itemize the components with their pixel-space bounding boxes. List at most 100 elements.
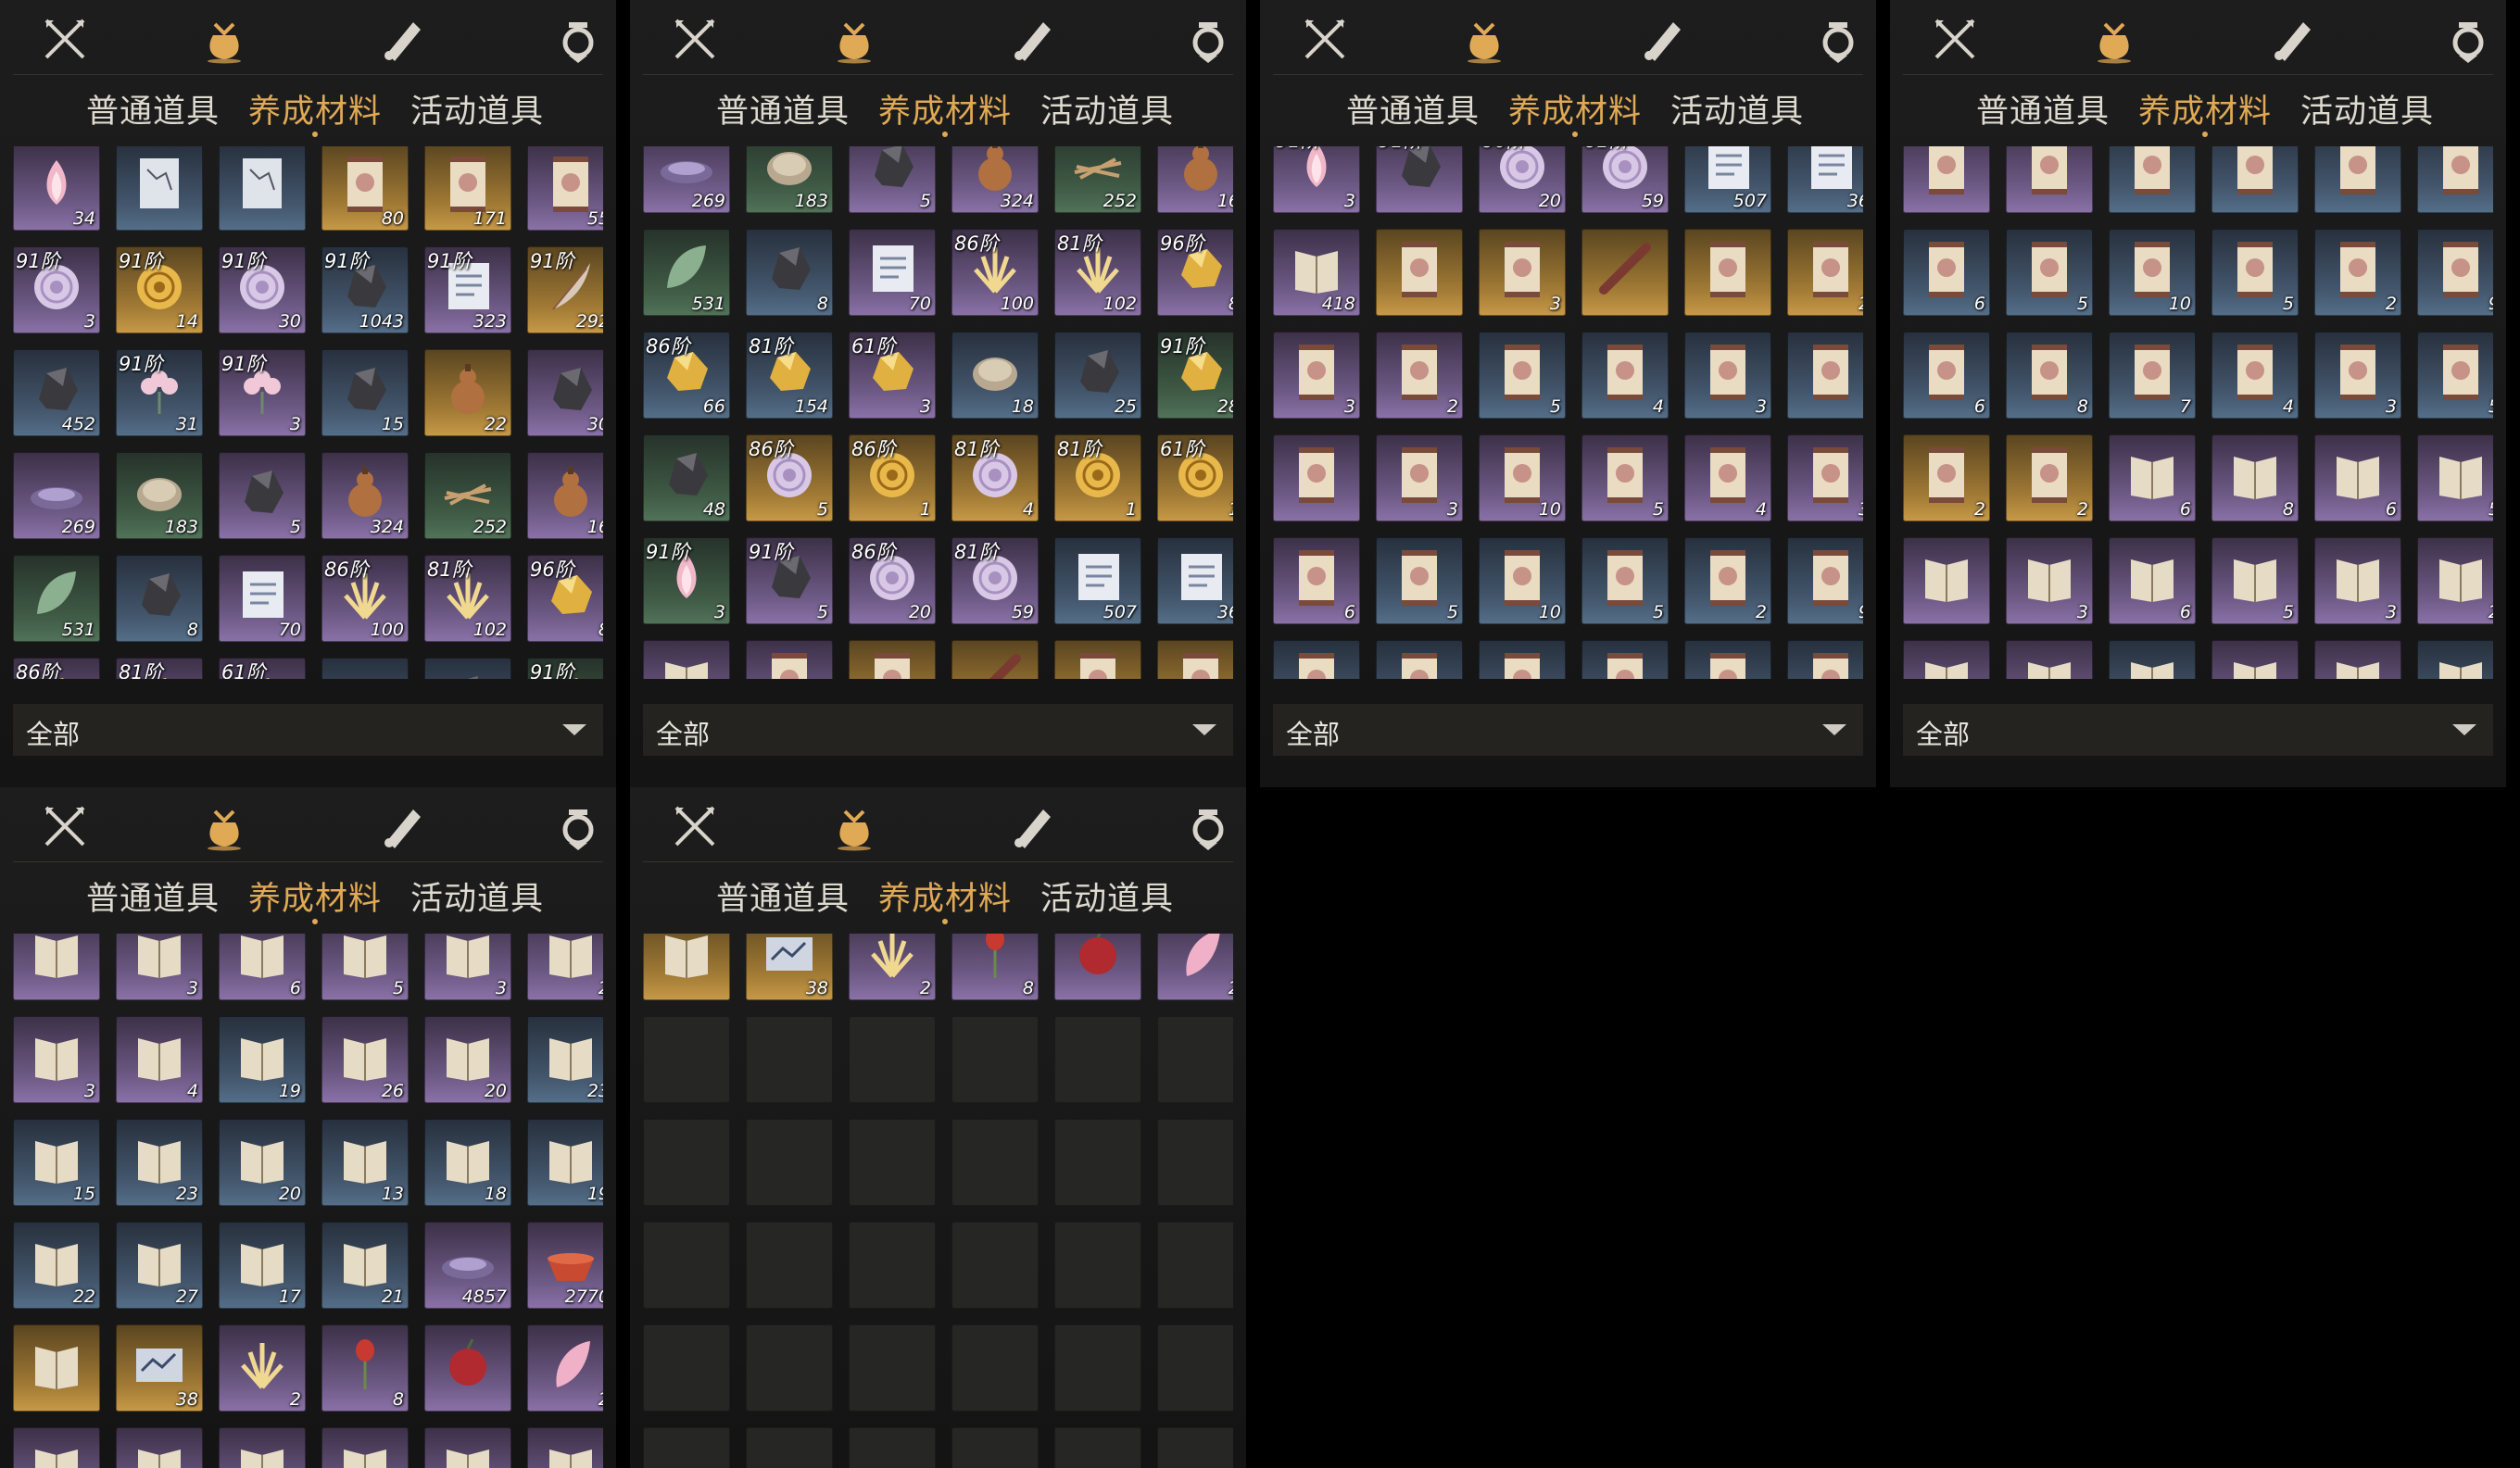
pouch-icon[interactable] <box>828 13 880 65</box>
item-slot[interactable]: 2 <box>1157 640 1233 679</box>
item-slot[interactable]: 9 <box>1787 537 1863 624</box>
item-slot[interactable]: 16 <box>527 452 603 539</box>
item-slot[interactable]: 19 <box>527 1119 603 1206</box>
scroll-icon[interactable] <box>2266 13 2318 65</box>
filter-dropdown[interactable]: 全部 <box>1273 704 1863 756</box>
tab-common-items[interactable]: 普通道具 <box>83 872 222 920</box>
item-slot[interactable]: 20 <box>219 1119 306 1206</box>
tab-common-items[interactable]: 普通道具 <box>713 872 852 920</box>
item-slot[interactable]: 183 <box>116 452 203 539</box>
scroll-icon[interactable] <box>1006 800 1058 852</box>
item-slot[interactable]: 18 <box>951 332 1039 419</box>
item-slot[interactable]: 8 <box>951 934 1039 1000</box>
item-slot[interactable]: 81阶 154 <box>746 332 833 419</box>
pouch-icon[interactable] <box>2088 13 2140 65</box>
item-slot[interactable]: 6 <box>1903 229 1990 316</box>
item-slot[interactable]: 13 <box>321 1119 409 1206</box>
item-slot[interactable]: 81阶 4 <box>951 434 1039 521</box>
item-slot[interactable]: 2 <box>527 1324 603 1412</box>
item-slot[interactable] <box>746 640 833 679</box>
item-slot[interactable]: 2 <box>1787 229 1863 316</box>
item-slot[interactable]: 86阶 1 <box>849 434 936 521</box>
item-slot[interactable]: 5 <box>849 146 936 213</box>
item-slot[interactable] <box>2417 146 2493 213</box>
item-slot[interactable]: 3 <box>2006 537 2093 624</box>
item-slot[interactable]: 2 <box>2314 229 2401 316</box>
item-slot[interactable]: 81阶 102 <box>1054 229 1141 316</box>
item-slot[interactable]: 507 <box>1054 537 1141 624</box>
tab-event-items[interactable]: 活动道具 <box>408 85 547 132</box>
item-slot[interactable]: 3 <box>2314 537 2401 624</box>
item-slot[interactable]: 6 <box>2109 434 2196 521</box>
item-slot[interactable]: 452 <box>13 349 100 436</box>
item-slot[interactable]: 23 <box>2417 640 2493 679</box>
item-slot[interactable] <box>1479 640 1566 679</box>
item-slot[interactable]: 252 <box>1054 146 1141 213</box>
item-slot[interactable] <box>1273 640 1360 679</box>
item-slot[interactable]: 5 <box>2006 229 2093 316</box>
scroll-icon[interactable] <box>1006 13 1058 65</box>
tab-event-items[interactable]: 活动道具 <box>1038 872 1177 920</box>
item-slot[interactable]: 531 <box>13 555 100 642</box>
item-slot[interactable] <box>1684 229 1771 316</box>
item-slot[interactable]: 81阶 59 <box>1581 146 1669 213</box>
item-slot[interactable]: 34 <box>13 146 100 231</box>
item-slot[interactable]: 86阶 100 <box>321 555 409 642</box>
item-slot[interactable]: 6 <box>219 934 306 1000</box>
item-slot[interactable]: 3 <box>849 640 936 679</box>
tab-event-items[interactable]: 活动道具 <box>1038 85 1177 132</box>
item-slot[interactable]: 25 <box>1054 332 1141 419</box>
item-slot[interactable]: 91阶 3 <box>643 537 730 624</box>
item-slot[interactable]: 86阶 20 <box>849 537 936 624</box>
item-slot[interactable]: 18 <box>424 1119 511 1206</box>
item-slot[interactable]: 6 <box>1273 537 1360 624</box>
item-slot[interactable] <box>1054 934 1141 1000</box>
item-slot[interactable]: 61阶 3 <box>849 332 936 419</box>
item-slot[interactable]: 20 <box>2314 640 2401 679</box>
tab-growth-materials[interactable]: 养成材料 <box>876 872 1014 920</box>
crossed-swords-icon[interactable] <box>1929 13 1981 65</box>
item-slot[interactable]: 8 <box>746 229 833 316</box>
item-slot[interactable]: 3 <box>116 934 203 1000</box>
item-slot[interactable]: 81阶 <box>116 658 203 679</box>
item-slot[interactable]: 5 <box>219 452 306 539</box>
item-slot[interactable]: 86阶 <box>13 658 100 679</box>
item-slot[interactable] <box>424 1427 511 1468</box>
item-slot[interactable] <box>1684 640 1771 679</box>
item-slot[interactable]: 22 <box>424 349 511 436</box>
item-slot[interactable]: 70 <box>219 555 306 642</box>
item-slot[interactable]: 17 <box>219 1222 306 1309</box>
filter-dropdown[interactable]: 全部 <box>643 704 1233 756</box>
item-slot[interactable]: 91阶 3 <box>219 349 306 436</box>
item-slot[interactable]: 2 <box>1376 332 1463 419</box>
item-slot[interactable]: 91阶 323 <box>424 246 511 333</box>
item-slot[interactable]: 418 <box>643 640 730 679</box>
scroll-icon[interactable] <box>376 800 428 852</box>
item-slot[interactable] <box>1581 640 1669 679</box>
item-slot[interactable] <box>219 1427 306 1468</box>
item-slot[interactable]: 8 <box>2211 434 2299 521</box>
item-slot[interactable]: 61阶 <box>219 658 306 679</box>
item-slot[interactable]: 61阶 1 <box>1157 434 1233 521</box>
item-slot[interactable]: 86阶 20 <box>1479 146 1566 213</box>
item-slot[interactable] <box>1903 146 1990 213</box>
item-slot[interactable] <box>527 1427 603 1468</box>
item-slot[interactable]: 5 <box>2417 434 2493 521</box>
item-slot[interactable]: 5 <box>2211 537 2299 624</box>
item-slot[interactable]: 16 <box>1157 146 1233 213</box>
item-slot[interactable]: 324 <box>321 452 409 539</box>
pouch-icon[interactable] <box>828 800 880 852</box>
item-slot[interactable]: 4 <box>2211 332 2299 419</box>
pouch-icon[interactable] <box>198 800 250 852</box>
crossed-swords-icon[interactable] <box>39 13 91 65</box>
item-slot[interactable] <box>1054 640 1141 679</box>
item-slot[interactable] <box>13 1324 100 1412</box>
item-slot[interactable]: 3 <box>424 934 511 1000</box>
item-slot[interactable]: 5 <box>1479 332 1566 419</box>
item-slot[interactable]: 418 <box>1273 229 1360 316</box>
item-slot[interactable]: 6 <box>1903 332 1990 419</box>
emblem-icon[interactable] <box>2442 13 2494 65</box>
item-slot[interactable] <box>13 1427 100 1468</box>
item-slot[interactable]: 86阶 100 <box>951 229 1039 316</box>
item-slot[interactable]: 91阶 3 <box>1273 146 1360 213</box>
